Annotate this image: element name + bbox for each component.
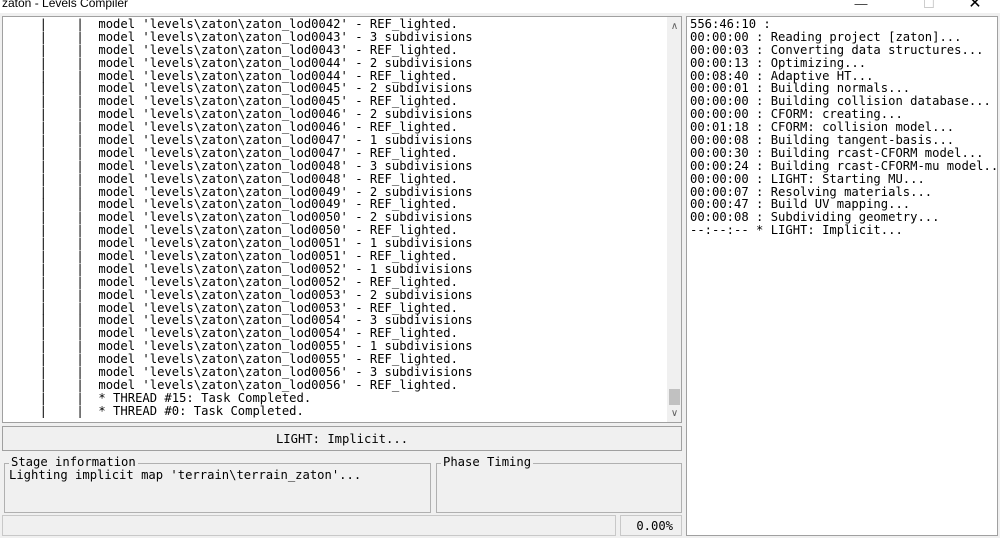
scroll-down-button[interactable]: ∨ bbox=[667, 406, 681, 422]
phase-timing-legend: Phase Timing bbox=[441, 455, 534, 469]
log-line: | | * THREAD #15: Task Completed. bbox=[3, 390, 312, 405]
stage-information-text: Lighting implicit map 'terrain\terrain_z… bbox=[9, 468, 362, 482]
phases-log-pane[interactable]: 556:46:10 :00:00:00 : Reading project [z… bbox=[686, 16, 998, 536]
stage-information-legend: Stage information bbox=[9, 455, 138, 469]
log-scrollbar[interactable]: ∧ ∨ bbox=[667, 17, 681, 422]
phase-log-line: 00:00:13 : Optimizing... bbox=[690, 55, 867, 70]
log-line: | | model 'levels\zaton\zaton_lod0043' -… bbox=[3, 42, 458, 57]
phase-log-line: 00:00:24 : Building rcast-CFORM-mu model… bbox=[690, 158, 998, 173]
log-line: | | model 'levels\zaton\zaton_lod0044' -… bbox=[3, 55, 473, 70]
phase-log-line: 00:00:00 : Reading project [zaton]... bbox=[690, 29, 962, 44]
title-bar: zaton - Levels Compiler — ☐ ✕ bbox=[0, 0, 1000, 13]
scroll-up-button[interactable]: ∧ bbox=[667, 19, 681, 35]
log-line: | | model 'levels\zaton\zaton_lod0051' -… bbox=[3, 249, 458, 264]
window-title: zaton - Levels Compiler bbox=[2, 0, 129, 10]
log-line: | | model 'levels\zaton\zaton_lod0053' -… bbox=[3, 287, 473, 302]
log-line: | | model 'levels\zaton\zaton_lod0048' -… bbox=[3, 158, 473, 173]
log-line: | | model 'levels\zaton\zaton_lod0047' -… bbox=[3, 133, 473, 148]
stage-information-group: Stage information Lighting implicit map … bbox=[4, 456, 431, 513]
close-button[interactable]: ✕ bbox=[952, 0, 998, 13]
log-line: | | model 'levels\zaton\zaton_lod0056' -… bbox=[3, 365, 473, 380]
phase-log-line: 00:00:00 : LIGHT: Starting MU... bbox=[690, 171, 925, 186]
phase-log-line: 00:00:30 : Building rcast-CFORM model... bbox=[690, 145, 984, 160]
progress-percent: 0.00% bbox=[620, 515, 682, 536]
log-line: | | model 'levels\zaton\zaton_lod0052' -… bbox=[3, 261, 473, 276]
status-bar: 0.00% bbox=[2, 515, 682, 537]
phases-log-lines: 556:46:10 :00:00:00 : Reading project [z… bbox=[690, 17, 998, 238]
current-phase: LIGHT: Implicit... bbox=[2, 426, 682, 451]
log-line: | | model 'levels\zaton\zaton_lod0048' -… bbox=[3, 171, 458, 186]
log-line: | | model 'levels\zaton\zaton_lod0056' -… bbox=[3, 377, 458, 392]
phase-log-line: 556:46:10 : bbox=[690, 17, 771, 31]
scroll-thumb[interactable] bbox=[669, 389, 680, 405]
status-text bbox=[2, 515, 616, 536]
log-line: | | * THREAD #0: Task Completed. bbox=[3, 403, 304, 418]
log-line: | | model 'levels\zaton\zaton_lod0052' -… bbox=[3, 274, 458, 289]
phase-log-line: 00:00:03 : Converting data structures... bbox=[690, 42, 984, 57]
log-lines: | | model 'levels\zaton\zaton_lod0042' -… bbox=[3, 18, 473, 418]
log-pane[interactable]: | | model 'levels\zaton\zaton_lod0042' -… bbox=[2, 16, 682, 423]
log-line: | | model 'levels\zaton\zaton_lod0047' -… bbox=[3, 145, 458, 160]
minimize-button[interactable]: — bbox=[838, 0, 884, 13]
log-line: | | model 'levels\zaton\zaton_lod0043' -… bbox=[3, 29, 473, 44]
maximize-button[interactable]: ☐ bbox=[906, 0, 952, 13]
phase-log-line: --:--:-- * LIGHT: Implicit... bbox=[690, 223, 903, 238]
log-line: | | model 'levels\zaton\zaton_lod0042' -… bbox=[3, 17, 458, 31]
phase-timing-group: Phase Timing bbox=[436, 456, 682, 513]
phase-log-line: 00:00:08 : Building tangent-basis... bbox=[690, 133, 955, 148]
